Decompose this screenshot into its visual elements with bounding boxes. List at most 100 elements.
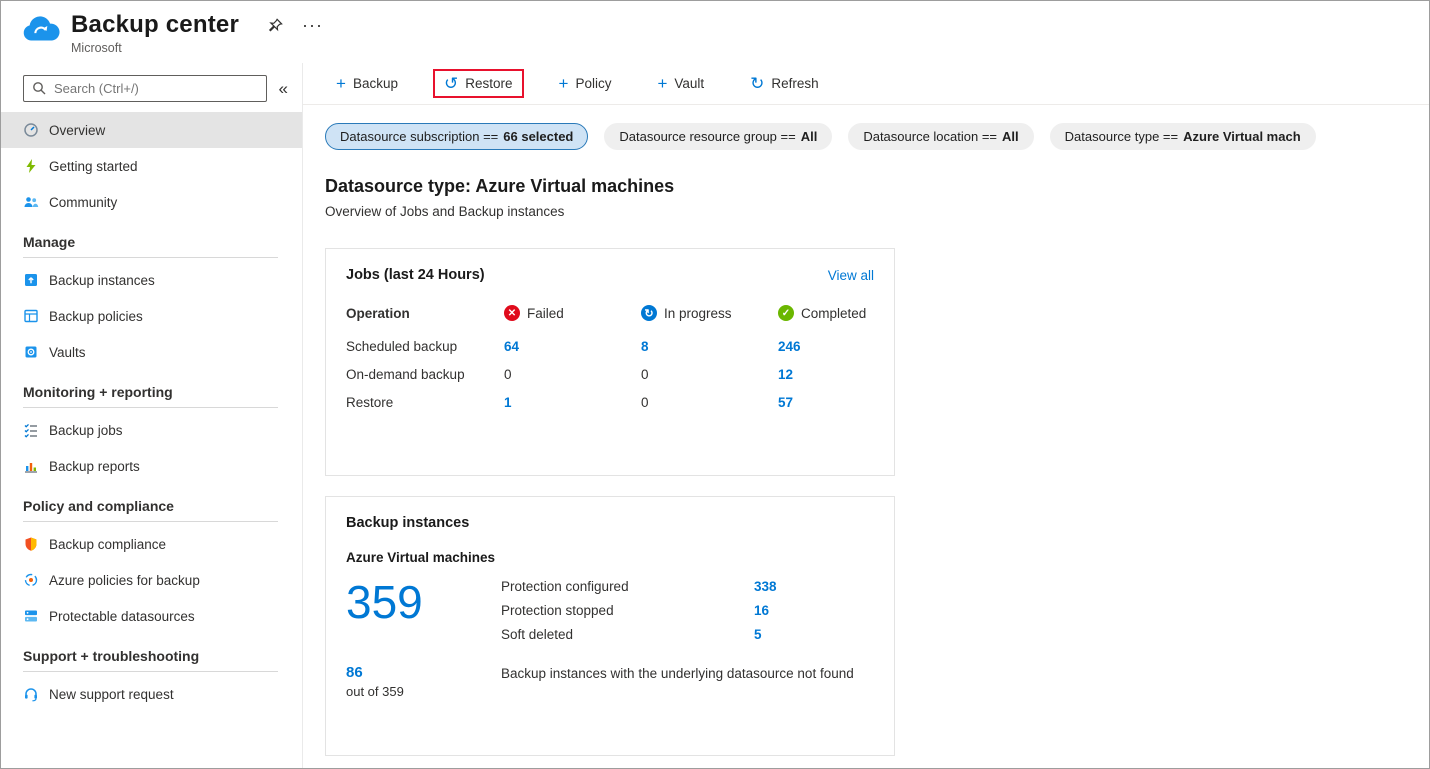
refresh-icon: ↻	[750, 73, 765, 93]
completed-count-link[interactable]: 246	[778, 339, 874, 354]
total-instances-count[interactable]: 359	[346, 579, 501, 625]
sidebar-item-getting-started[interactable]: Getting started	[1, 148, 302, 184]
sidebar-item-label: Overview	[49, 122, 106, 138]
backup-center-cloud-logo-icon	[21, 15, 61, 50]
filter-label: Datasource subscription ==	[340, 129, 499, 144]
stat-label: Soft deleted	[501, 627, 574, 642]
column-completed: ✓ Completed	[778, 305, 874, 321]
in-progress-label: In progress	[664, 305, 732, 321]
filter-value: All	[1002, 129, 1019, 144]
sidebar-item-label: Backup jobs	[49, 422, 123, 438]
sidebar-item-label: New support request	[49, 686, 174, 702]
sidebar-item-label: Community	[49, 194, 118, 210]
sidebar-item-label: Backup compliance	[49, 536, 167, 552]
sidebar-item-community[interactable]: Community	[1, 184, 302, 220]
backup-button[interactable]: + Backup	[325, 69, 409, 98]
operation-name: On-demand backup	[346, 367, 465, 382]
filter-datasource-location[interactable]: Datasource location == All	[848, 123, 1034, 150]
filter-bar: Datasource subscription == 66 selected D…	[303, 105, 1429, 150]
sidebar-item-azure-policies-for-backup[interactable]: Azure policies for backup	[1, 562, 302, 598]
collapse-sidebar-icon[interactable]: «	[275, 79, 292, 99]
instances-card-subtitle: Azure Virtual machines	[346, 550, 496, 565]
filter-datasource-resource-group[interactable]: Datasource resource group == All	[604, 123, 833, 150]
sidebar-item-backup-reports[interactable]: Backup reports	[1, 448, 302, 484]
operation-name: Scheduled backup	[346, 339, 458, 354]
sidebar-item-overview[interactable]: Overview	[1, 112, 302, 148]
publisher-label: Microsoft	[71, 41, 122, 55]
soft-deleted-count-link[interactable]: 5	[754, 627, 874, 642]
completed-count-link[interactable]: 12	[778, 367, 874, 382]
column-failed: ✕ Failed	[504, 305, 641, 321]
filter-datasource-type[interactable]: Datasource type == Azure Virtual mach	[1049, 123, 1316, 150]
refresh-button-label: Refresh	[771, 76, 819, 91]
view-all-link[interactable]: View all	[828, 268, 874, 283]
table-row-restore: Restore 1 0 57	[346, 395, 874, 410]
filter-label: Datasource resource group ==	[619, 129, 796, 144]
operation-name: Restore	[346, 395, 394, 410]
overview-subheading: Overview of Jobs and Backup instances	[325, 204, 565, 219]
backup-instances-card: Backup instances Azure Virtual machines …	[325, 496, 895, 756]
sidebar-item-label: Protectable datasources	[49, 608, 195, 624]
pin-icon[interactable]	[267, 17, 284, 34]
missing-datasource-of-label: out of 359	[346, 684, 404, 699]
search-input[interactable]	[23, 75, 267, 102]
column-in-progress: ↻ In progress	[641, 305, 778, 321]
failed-count-link[interactable]: 1	[504, 395, 641, 410]
page-header: Backup center ··· Microsoft	[1, 1, 1429, 63]
protection-configured-count-link[interactable]: 338	[754, 579, 874, 594]
sidebar-item-backup-jobs[interactable]: Backup jobs	[1, 412, 302, 448]
policy-button[interactable]: + Policy	[548, 69, 623, 98]
missing-datasource-count-link[interactable]: 86	[346, 664, 501, 681]
completed-icon: ✓	[778, 305, 794, 321]
page-title: Backup center	[71, 11, 239, 38]
vault-button[interactable]: + Vault	[646, 69, 715, 98]
sidebar-item-backup-instances[interactable]: Backup instances	[1, 262, 302, 298]
protectable-datasources-icon	[23, 608, 39, 624]
backup-center-window: Backup center ··· Microsoft Search (Ctrl…	[0, 0, 1430, 769]
sidebar-item-vaults[interactable]: Vaults	[1, 334, 302, 370]
in-progress-count-link[interactable]: 0	[641, 395, 778, 410]
sidebar-item-label: Backup policies	[49, 308, 143, 324]
vault-button-label: Vault	[674, 76, 705, 91]
restore-button[interactable]: ↺ Restore	[432, 69, 524, 98]
sidebar-item-backup-compliance[interactable]: Backup compliance	[1, 526, 302, 562]
stat-label: Protection configured	[501, 579, 629, 594]
restore-icon: ↺	[443, 73, 459, 93]
protection-stopped-count-link[interactable]: 16	[754, 603, 874, 618]
backup-button-label: Backup	[352, 76, 398, 91]
sidebar-section-monitoring: Monitoring + reporting	[23, 384, 278, 408]
failed-count-link[interactable]: 0	[504, 367, 641, 382]
sidebar-section-manage: Manage	[23, 234, 278, 258]
instances-card-title: Backup instances	[346, 515, 470, 531]
in-progress-count-link[interactable]: 8	[641, 339, 778, 354]
column-operation: Operation	[346, 305, 410, 321]
command-bar: + Backup ↺ Restore + Policy + Vault ↻ Re…	[303, 63, 1429, 105]
plus-icon: +	[336, 73, 346, 93]
sidebar-item-backup-policies[interactable]: Backup policies	[1, 298, 302, 334]
in-progress-icon: ↻	[641, 305, 657, 321]
search-icon	[32, 81, 46, 98]
failed-icon: ✕	[504, 305, 520, 321]
sidebar-item-label: Backup instances	[49, 272, 155, 288]
filter-datasource-subscription[interactable]: Datasource subscription == 66 selected	[325, 123, 589, 150]
sidebar-item-new-support-request[interactable]: New support request	[1, 676, 302, 712]
jobs-card-title: Jobs (last 24 Hours)	[346, 267, 485, 283]
sidebar-item-protectable-datasources[interactable]: Protectable datasources	[1, 598, 302, 634]
sidebar-item-label: Backup reports	[49, 458, 140, 474]
refresh-button[interactable]: ↻ Refresh	[739, 69, 830, 98]
stat-label: Protection stopped	[501, 603, 614, 618]
backup-compliance-icon	[23, 536, 39, 552]
backup-reports-icon	[23, 458, 39, 474]
more-options-icon[interactable]: ···	[298, 16, 327, 34]
azure-policies-icon	[23, 572, 39, 588]
jobs-card: Jobs (last 24 Hours) View all Operation …	[325, 248, 895, 476]
getting-started-icon	[23, 158, 39, 174]
datasource-type-heading: Datasource type: Azure Virtual machines	[325, 176, 675, 196]
completed-label: Completed	[801, 305, 867, 321]
main-content: + Backup ↺ Restore + Policy + Vault ↻ Re…	[303, 63, 1429, 768]
filter-label: Datasource type ==	[1064, 129, 1179, 144]
completed-count-link[interactable]: 57	[778, 395, 874, 410]
backup-jobs-icon	[23, 422, 39, 438]
failed-count-link[interactable]: 64	[504, 339, 641, 354]
in-progress-count-link[interactable]: 0	[641, 367, 778, 382]
